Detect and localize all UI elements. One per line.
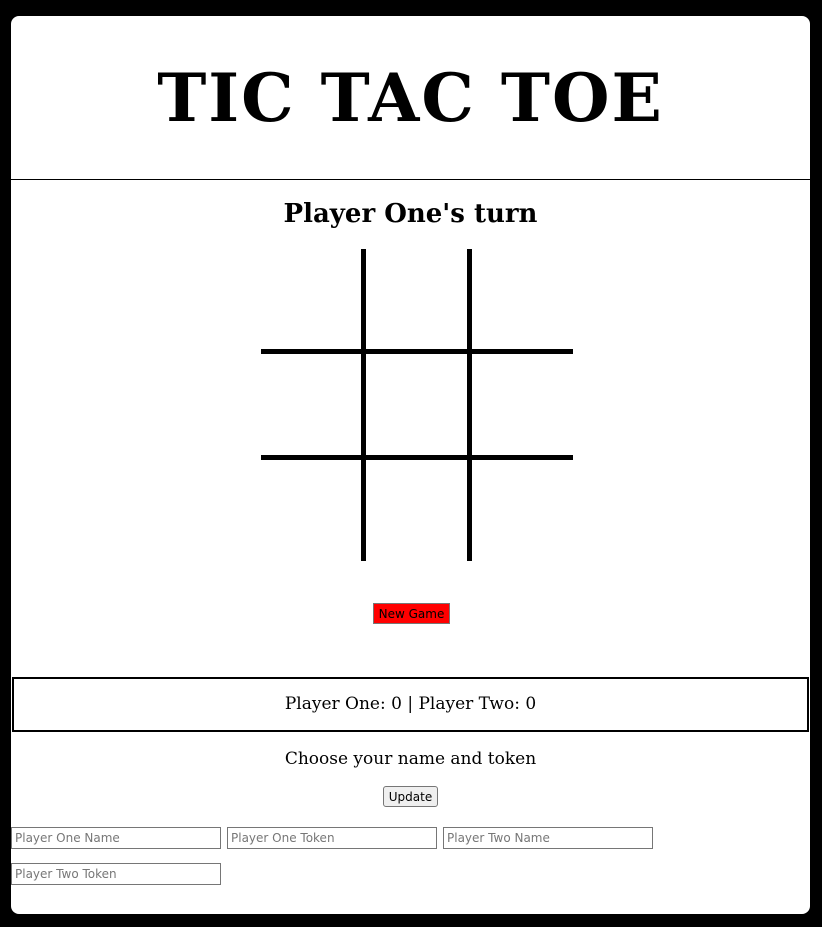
header: TIC TAC TOE [11, 16, 810, 180]
player-two-name-input[interactable] [443, 827, 653, 849]
scoreboard: Player One: 0 | Player Two: 0 [12, 677, 809, 732]
board-cell-8[interactable] [366, 460, 466, 560]
player-two-token-input[interactable] [11, 863, 221, 885]
player-one-name-input[interactable] [11, 827, 221, 849]
setup-title: Choose your name and token [284, 749, 537, 769]
game-board [261, 249, 573, 561]
board-cell-7[interactable] [261, 460, 361, 560]
board-cell-3[interactable] [472, 249, 572, 349]
turn-indicator: Player One's turn [283, 199, 538, 229]
app-card: TIC TAC TOE Player One's turn New Game P… [11, 16, 810, 914]
board-cell-1[interactable] [261, 249, 361, 349]
page-title: TIC TAC TOE [157, 59, 664, 137]
board-cell-6[interactable] [472, 354, 572, 454]
board-cell-4[interactable] [261, 354, 361, 454]
new-game-button[interactable]: New Game [373, 603, 450, 624]
player-one-token-input[interactable] [227, 827, 437, 849]
board-cell-5[interactable] [366, 354, 466, 454]
board-cell-2[interactable] [366, 249, 466, 349]
board-cell-9[interactable] [472, 460, 572, 560]
update-button[interactable]: Update [383, 786, 438, 807]
